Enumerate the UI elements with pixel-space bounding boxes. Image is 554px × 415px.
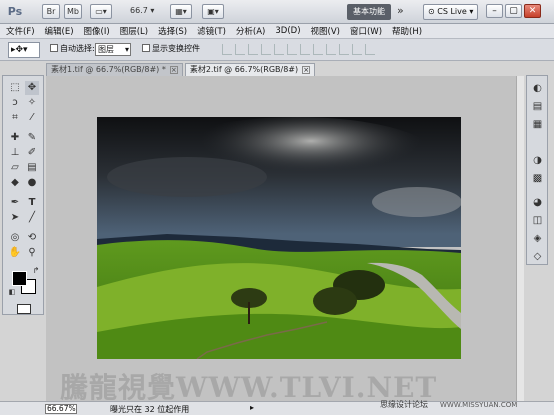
brush-tool-icon[interactable]: ✎: [25, 131, 39, 145]
align-left-icon[interactable]: [261, 44, 271, 55]
maximize-icon[interactable]: ▢: [505, 4, 522, 18]
align-hcenter-icon[interactable]: [274, 44, 284, 55]
foreground-color-swatch[interactable]: [12, 271, 27, 286]
type-tool-icon[interactable]: T: [25, 196, 39, 210]
status-menu-icon[interactable]: ▸: [250, 403, 254, 412]
tab-close-icon[interactable]: ×: [302, 66, 311, 74]
tool-preset-picker[interactable]: ▸✥▾: [8, 42, 40, 58]
zoom-tool-icon[interactable]: ⚲: [25, 246, 39, 260]
history-brush-tool-icon[interactable]: ✐: [25, 146, 39, 160]
swatches-panel-icon[interactable]: ▩: [531, 172, 544, 185]
landscape-photo: [97, 117, 461, 359]
actions-panel-icon[interactable]: ▦: [531, 118, 544, 131]
distribute-top-icon[interactable]: [300, 44, 310, 55]
bridge-button[interactable]: Br: [42, 4, 60, 19]
distribute-left-icon[interactable]: [339, 44, 349, 55]
panel-dock: ◐ ▤ ▦ ◑ ▩ ◕ ◫ ◈ ◇: [526, 75, 548, 265]
show-transform-label: 显示变换控件: [152, 44, 200, 53]
zoom-field[interactable]: 66.67%: [45, 404, 77, 414]
move-tool-icon[interactable]: ✥: [25, 81, 39, 95]
site-watermark-cn: 思缘设计论坛: [380, 400, 428, 409]
3d-rotate-tool-icon[interactable]: ◎: [8, 231, 22, 245]
channels-panel-icon[interactable]: ◇: [531, 250, 544, 263]
menu-layer[interactable]: 图层(L): [120, 25, 148, 37]
auto-select-label: 自动选择:: [60, 44, 95, 53]
menu-analysis[interactable]: 分析(A): [236, 25, 265, 37]
auto-select-checkbox[interactable]: [50, 44, 58, 52]
arrange-documents-icon[interactable]: ▦▾: [170, 4, 192, 19]
layers-panel-icon[interactable]: ◈: [531, 232, 544, 245]
photoshop-logo: Ps: [7, 5, 23, 18]
cs-live-button[interactable]: ⊙ CS Live ▾: [423, 4, 478, 20]
pen-tool-icon[interactable]: ✒: [8, 196, 22, 210]
screen-mode-icon[interactable]: ▣▾: [202, 4, 224, 19]
zoom-level[interactable]: 66.7 ▾: [130, 6, 154, 15]
menu-help[interactable]: 帮助(H): [392, 25, 422, 37]
show-transform-checkbox[interactable]: [142, 44, 150, 52]
distribute-hcenter-icon[interactable]: [352, 44, 362, 55]
document-image[interactable]: [97, 117, 461, 359]
application-bar: Ps Br Mb ▭▾ 66.7 ▾ ▦▾ ▣▾ 基本功能 » ⊙ CS Liv…: [0, 0, 554, 24]
menu-view[interactable]: 视图(V): [311, 25, 340, 37]
menu-image[interactable]: 图像(I): [84, 25, 110, 37]
dodge-tool-icon[interactable]: ●: [25, 176, 39, 190]
line-tool-icon[interactable]: ╱: [25, 211, 39, 225]
tab-document-1[interactable]: 素材1.tif @ 66.7%(RGB/8#) * ×: [46, 63, 183, 76]
lasso-tool-icon[interactable]: ↄ: [8, 96, 22, 110]
default-colors-icon[interactable]: ◧: [5, 285, 19, 299]
vertical-scrollbar[interactable]: [516, 76, 524, 401]
menu-3d[interactable]: 3D(D): [275, 26, 300, 36]
blur-tool-icon[interactable]: ◆: [8, 176, 22, 190]
close-icon[interactable]: ✕: [524, 4, 541, 18]
workspace-button[interactable]: 基本功能: [347, 4, 391, 20]
adjustments-panel-icon[interactable]: ◕: [531, 196, 544, 209]
align-distribute-icons: [222, 44, 375, 55]
site-watermark-url: WWW.MISSYUAN.COM: [440, 401, 518, 409]
menu-edit[interactable]: 编辑(E): [45, 25, 74, 37]
align-top-icon[interactable]: [222, 44, 232, 55]
more-workspaces-icon[interactable]: »: [397, 4, 404, 17]
tools-panel: ⬚ ✥ ↄ ✧ ⌗ ⁄ ✚ ✎ ⊥ ✐ ▱ ▤ ◆ ● ✒ T ➤ ╱ ◎ ⟲ …: [2, 75, 44, 315]
menu-bar: 文件(F) 编辑(E) 图像(I) 图层(L) 选择(S) 滤镜(T) 分析(A…: [0, 24, 554, 39]
tab-document-2[interactable]: 素材2.tif @ 66.7%(RGB/8#) ×: [184, 63, 316, 76]
quick-mask-icon[interactable]: [17, 304, 31, 314]
path-selection-tool-icon[interactable]: ➤: [8, 211, 22, 225]
history-panel-icon[interactable]: ▤: [531, 100, 544, 113]
swap-colors-icon[interactable]: ↱: [29, 264, 43, 278]
align-bottom-icon[interactable]: [248, 44, 258, 55]
status-message: 曝光只在 32 位起作用: [110, 405, 190, 414]
mini-bridge-icon[interactable]: ◐: [531, 82, 544, 95]
color-panel-icon[interactable]: ◑: [531, 154, 544, 167]
eraser-tool-icon[interactable]: ▱: [8, 161, 22, 175]
auto-select-dropdown[interactable]: 图层: [95, 43, 131, 56]
masks-panel-icon[interactable]: ◫: [531, 214, 544, 227]
healing-brush-tool-icon[interactable]: ✚: [8, 131, 22, 145]
magic-wand-tool-icon[interactable]: ✧: [25, 96, 39, 110]
menu-window[interactable]: 窗口(W): [350, 25, 382, 37]
align-vcenter-icon[interactable]: [235, 44, 245, 55]
view-extras-icon[interactable]: ▭▾: [90, 4, 112, 19]
minimize-icon[interactable]: –: [486, 4, 503, 18]
3d-orbit-tool-icon[interactable]: ⟲: [25, 231, 39, 245]
document-tabs: 素材1.tif @ 66.7%(RGB/8#) * × 素材2.tif @ 66.…: [46, 63, 516, 76]
menu-file[interactable]: 文件(F): [6, 25, 35, 37]
distribute-right-icon[interactable]: [365, 44, 375, 55]
hand-tool-icon[interactable]: ✋: [8, 246, 22, 260]
crop-tool-icon[interactable]: ⌗: [8, 111, 22, 125]
align-right-icon[interactable]: [287, 44, 297, 55]
gradient-tool-icon[interactable]: ▤: [25, 161, 39, 175]
distribute-bottom-icon[interactable]: [326, 44, 336, 55]
clone-stamp-tool-icon[interactable]: ⊥: [8, 146, 22, 160]
menu-select[interactable]: 选择(S): [158, 25, 187, 37]
tab-close-icon[interactable]: ×: [169, 66, 178, 74]
mini-bridge-button[interactable]: Mb: [64, 4, 82, 19]
distribute-vcenter-icon[interactable]: [313, 44, 323, 55]
eyedropper-tool-icon[interactable]: ⁄: [25, 111, 39, 125]
marquee-tool-icon[interactable]: ⬚: [8, 81, 22, 95]
menu-filter[interactable]: 滤镜(T): [197, 25, 226, 37]
options-bar: ▸✥▾ 自动选择: 图层 显示变换控件: [0, 39, 554, 61]
